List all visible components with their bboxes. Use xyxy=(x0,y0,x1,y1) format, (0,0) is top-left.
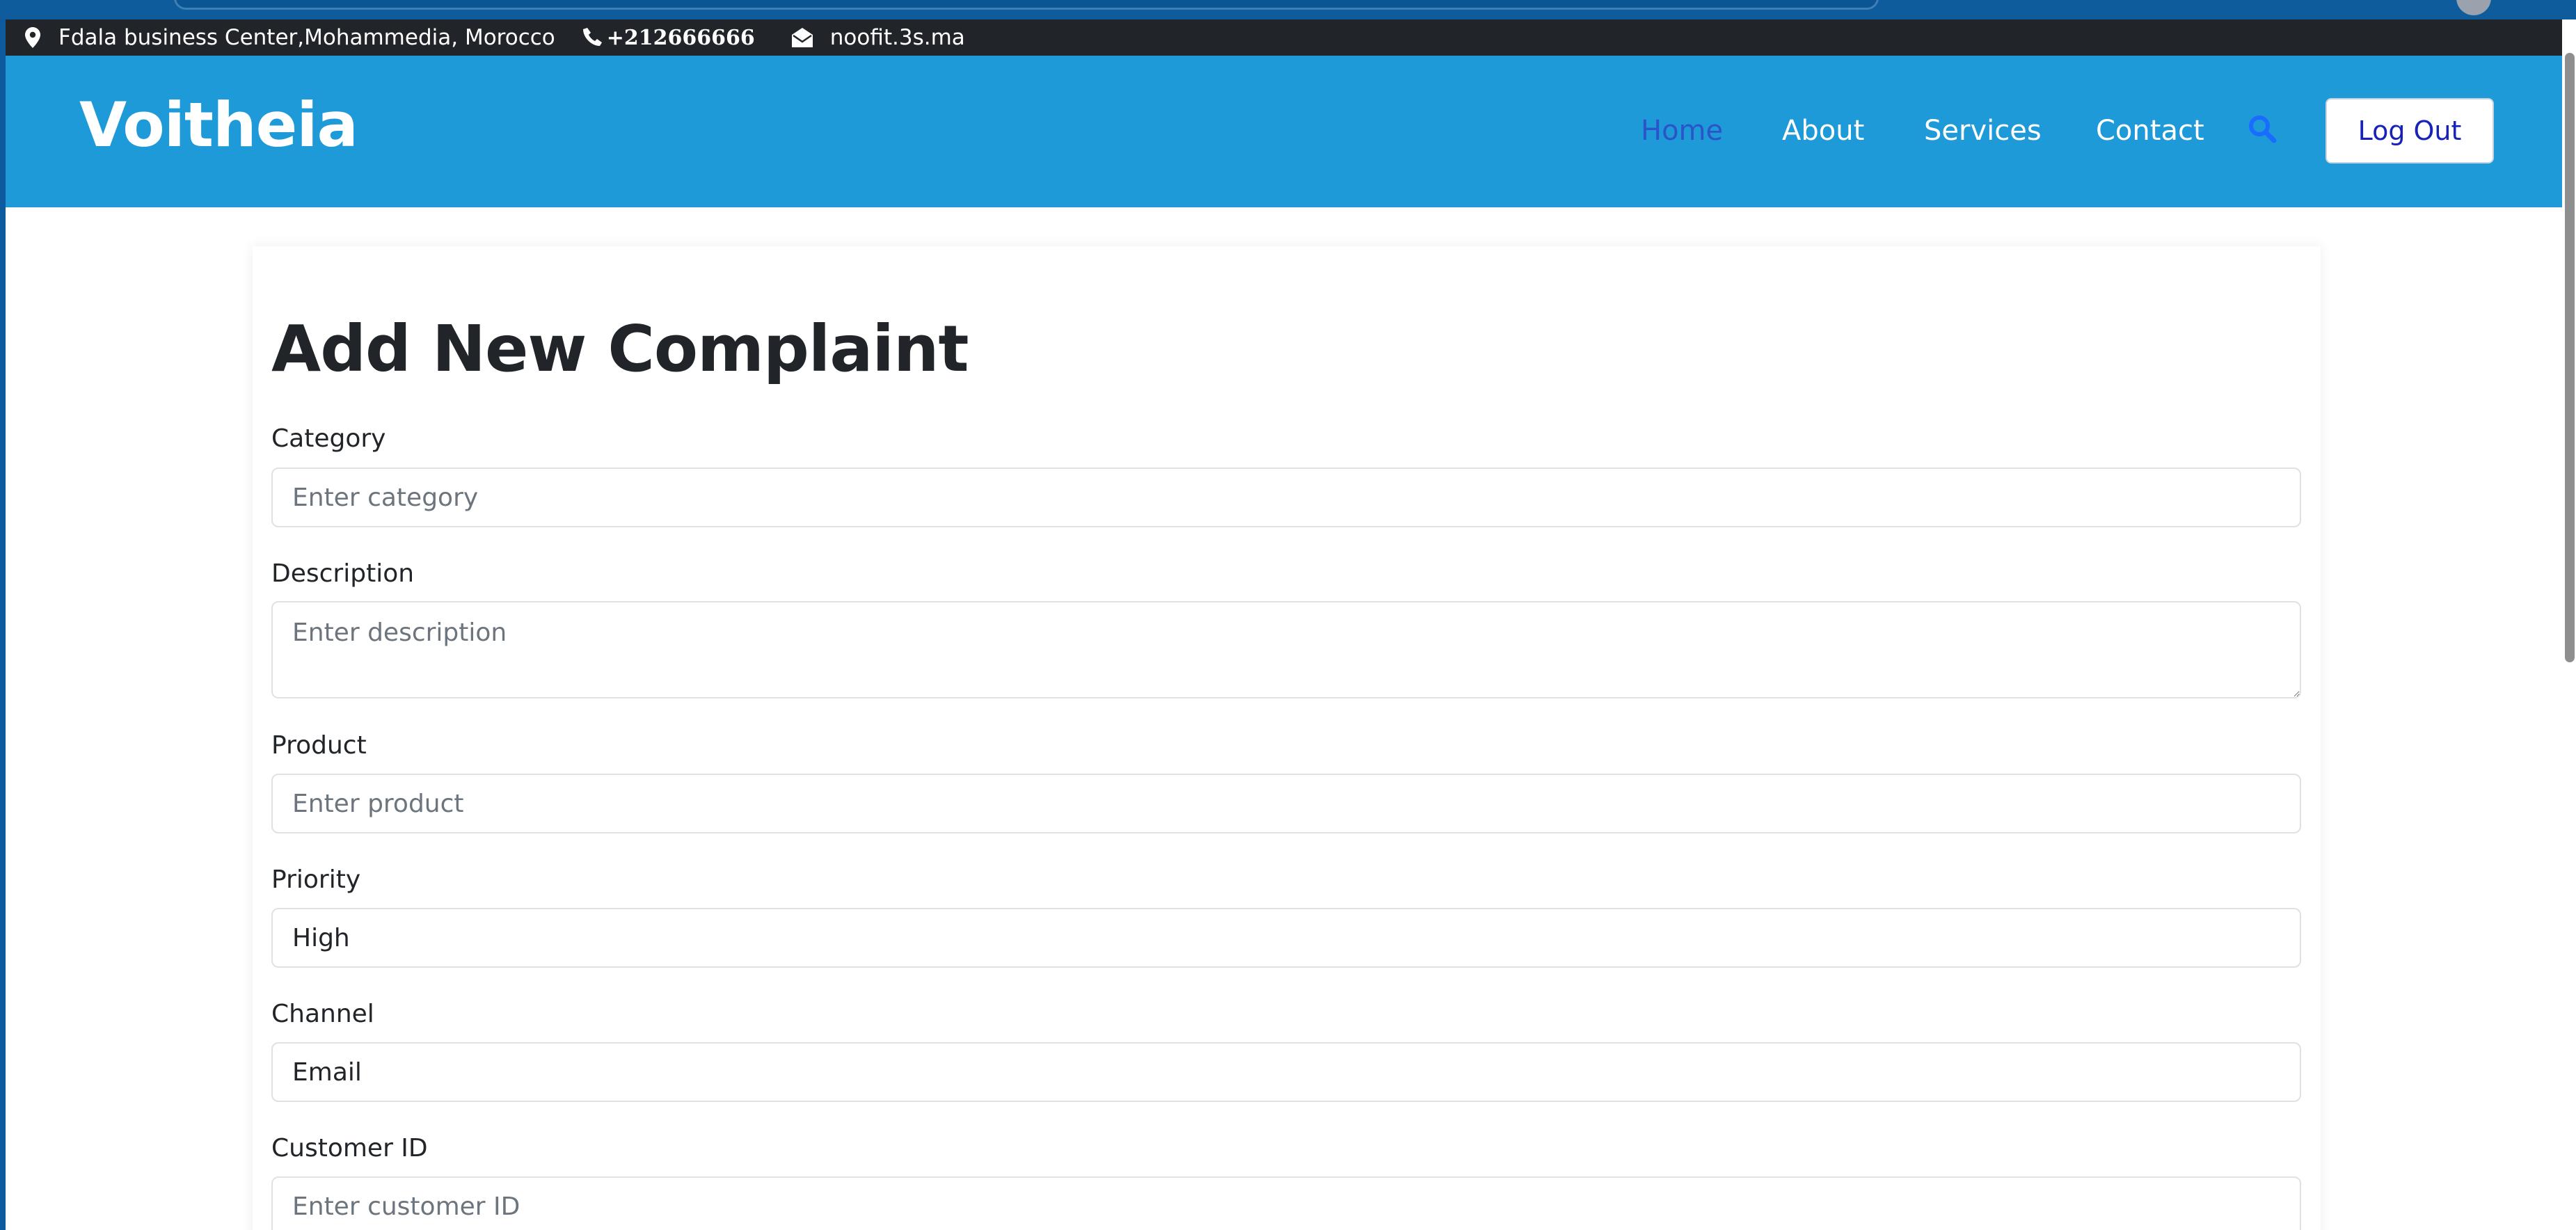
complaint-form-card: Add New Complaint Category Description P… xyxy=(253,246,2321,1230)
description-label: Description xyxy=(271,559,415,588)
nav-link-home[interactable]: Home xyxy=(1641,115,1723,147)
logout-button[interactable]: Log Out xyxy=(2325,98,2494,163)
search-icon[interactable] xyxy=(2248,114,2277,146)
address-text: Fdala business Center,Mohammedia, Morocc… xyxy=(58,25,555,50)
category-label: Category xyxy=(271,424,386,453)
channel-input[interactable] xyxy=(271,1042,2301,1102)
page: Fdala business Center,Mohammedia, Morocc… xyxy=(6,19,2566,1230)
map-pin-icon xyxy=(25,19,40,56)
channel-label: Channel xyxy=(271,1000,374,1028)
browser-profile-avatar[interactable] xyxy=(2456,0,2491,15)
nav-link-services[interactable]: Services xyxy=(1924,115,2042,147)
customer-id-label: Customer ID xyxy=(271,1134,428,1163)
nav-link-contact[interactable]: Contact xyxy=(2096,115,2204,147)
product-input[interactable] xyxy=(271,774,2301,833)
priority-input[interactable] xyxy=(271,908,2301,968)
category-input[interactable] xyxy=(271,468,2301,527)
scrollbar-thumb[interactable] xyxy=(2565,53,2575,662)
browser-chrome-strip xyxy=(0,0,2576,19)
envelope-open-icon xyxy=(791,19,813,56)
customer-id-input[interactable] xyxy=(271,1176,2301,1230)
brand-logo[interactable]: Voitheia xyxy=(79,89,358,161)
nav-link-about[interactable]: About xyxy=(1782,115,1864,147)
product-label: Product xyxy=(271,731,367,760)
priority-label: Priority xyxy=(271,865,361,894)
form-title: Add New Complaint xyxy=(271,312,969,386)
phone-icon xyxy=(582,19,604,56)
phone-text: +212666666 xyxy=(606,25,755,50)
description-textarea[interactable] xyxy=(271,601,2301,698)
contact-info-bar: Fdala business Center,Mohammedia, Morocc… xyxy=(6,19,2566,56)
browser-address-bar[interactable] xyxy=(174,0,1879,10)
main-navbar: Voitheia Home About Services Contact Log… xyxy=(6,56,2566,207)
email-text: noofit.3s.ma xyxy=(829,25,965,50)
